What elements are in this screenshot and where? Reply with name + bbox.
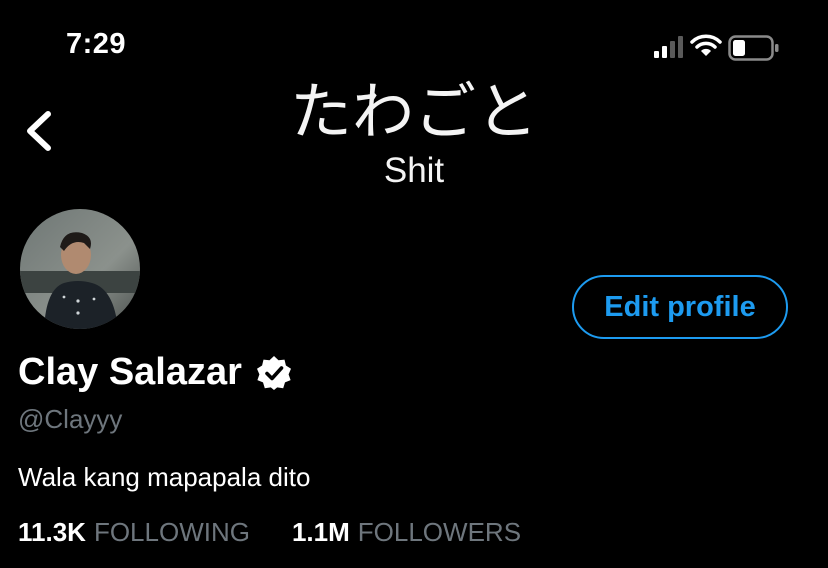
following-count: 11.3K	[18, 517, 86, 547]
profile-stats: 11.3K FOLLOWING 1.1M FOLLOWERS	[18, 517, 521, 548]
verified-badge-icon	[256, 356, 291, 390]
display-name: Clay Salazar	[18, 350, 242, 393]
handle: @Clayyy	[18, 404, 123, 434]
status-icons	[648, 32, 798, 62]
signal-icon	[654, 36, 683, 58]
avatar-image	[20, 209, 140, 329]
followers-link[interactable]: 1.1M FOLLOWERS	[292, 517, 521, 548]
following-label: FOLLOWING	[93, 517, 250, 547]
display-name-row: Clay Salazar	[18, 348, 292, 396]
bio: Wala kang mapapala dito	[18, 462, 311, 492]
battery-icon	[728, 35, 779, 61]
banner-title: たわごと	[289, 75, 538, 148]
status-time: 7:29	[66, 28, 127, 60]
wifi-icon	[690, 34, 722, 56]
avatar[interactable]	[20, 209, 140, 329]
banner-subtitle: Shit	[383, 151, 445, 190]
following-link[interactable]: 11.3K FOLLOWING	[18, 517, 250, 548]
edit-profile-button[interactable]: Edit profile	[572, 275, 788, 339]
followers-count: 1.1M	[291, 517, 350, 547]
followers-label: FOLLOWERS	[357, 517, 522, 547]
